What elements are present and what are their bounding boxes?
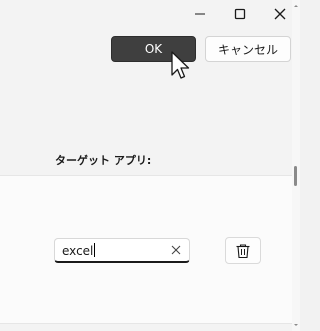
target-app-label: ターゲット アプリ: — [55, 154, 152, 167]
delete-app-button[interactable] — [225, 237, 261, 264]
cancel-button-label: キャンセル — [217, 42, 278, 57]
minimize-button[interactable] — [180, 0, 220, 28]
trash-icon — [236, 243, 250, 258]
vertical-scrollbar[interactable] — [292, 0, 300, 331]
dialog-window: OK キャンセル ターゲット アプリ: excel — [0, 0, 300, 331]
app-name-input[interactable]: excel — [54, 238, 190, 263]
scrollbar-thumb[interactable] — [294, 166, 297, 186]
ok-button[interactable]: OK — [111, 36, 196, 62]
scroll-down-icon[interactable] — [294, 323, 298, 327]
scroll-up-icon[interactable] — [294, 4, 298, 8]
maximize-button[interactable] — [220, 0, 260, 28]
ok-button-label: OK — [144, 42, 163, 56]
close-icon — [274, 8, 286, 20]
maximize-icon — [234, 8, 246, 20]
clear-x-icon[interactable] — [170, 244, 182, 256]
minimize-icon — [195, 13, 205, 15]
app-name-input-value: excel — [62, 243, 96, 258]
cancel-button[interactable]: キャンセル — [205, 36, 291, 62]
caption-buttons — [180, 0, 300, 28]
